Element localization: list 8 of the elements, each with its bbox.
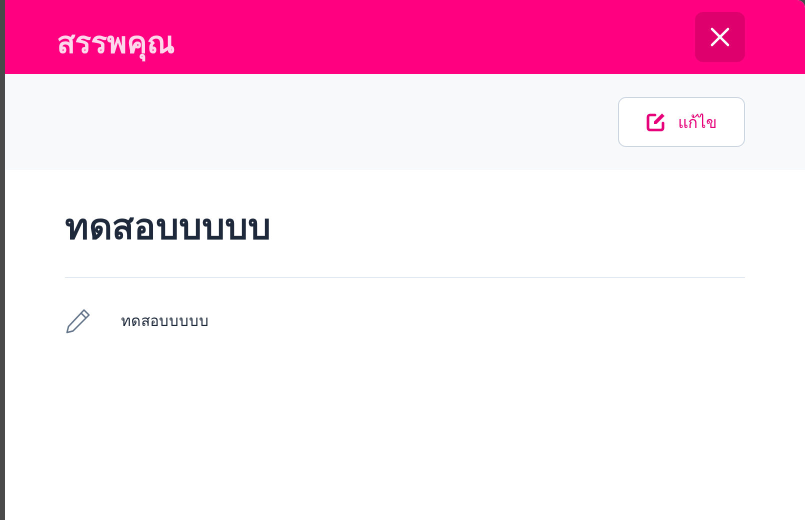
edit-button[interactable]: แก้ไข — [618, 97, 745, 147]
dialog-title: สรรพคุณ — [57, 24, 175, 64]
close-button[interactable] — [695, 12, 745, 62]
pencil-icon — [65, 308, 91, 334]
edit-icon — [646, 112, 666, 132]
item-text: ทดสอบบบบบ — [121, 311, 209, 332]
content-heading: ทดสอบบบบบ — [65, 198, 745, 278]
close-icon — [710, 27, 730, 47]
